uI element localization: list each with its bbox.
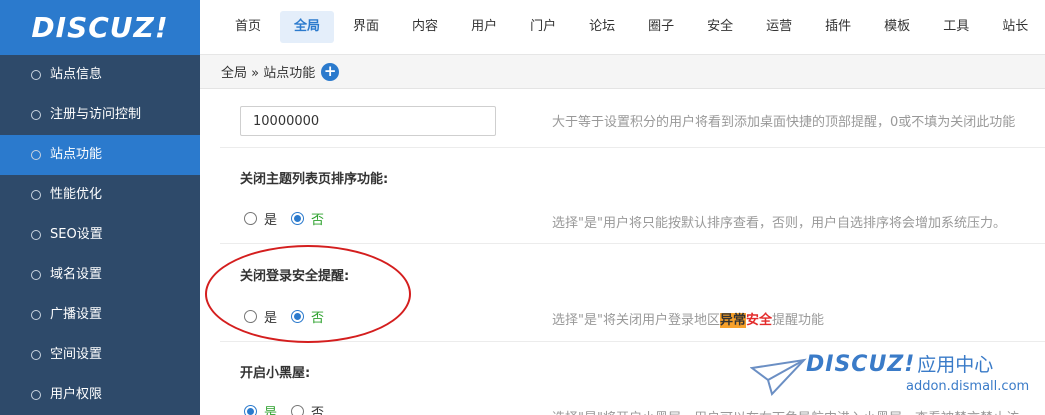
watermark: DISCUZ! 应用中心 addon.dismall.com [750,350,1045,400]
sort-yes-radio[interactable] [244,212,257,225]
watermark-logo: DISCUZ! 应用中心 [806,350,993,377]
sidebar-item-domain[interactable]: 域名设置 [0,255,200,295]
bullet-icon [31,350,41,360]
divider [220,341,1045,342]
login-alert-tip-suffix: 提醒功能 [772,313,825,328]
breadcrumb-path: 全局 » 站点功能 [221,66,316,81]
login-alert-tip-prefix: 选择"是"将关闭用户登录地区 [552,313,720,328]
sidebar-item-space[interactable]: 空间设置 [0,335,200,375]
sidebar-item-label: 性能优化 [50,187,103,202]
sidebar-item-label: 空间设置 [50,347,103,362]
sidebar-item-label: 注册与访问控制 [50,107,142,122]
sort-setting-tip: 选择"是"用户将只能按默认排序查看，否则，用户自选排序将会增加系统压力。 [552,216,1006,231]
discuz-logo[interactable]: DISCUZ! [0,0,200,55]
nav-content[interactable]: 内容 [398,11,452,43]
nav-interface[interactable]: 界面 [339,11,393,43]
plus-circle-icon[interactable]: + [321,62,340,81]
sidebar-item-label: 站点功能 [50,147,103,162]
breadcrumb: 全局 » 站点功能 + [200,55,1045,89]
highlight-security: 安全 [745,313,772,328]
logo-text: DISCUZ! [31,11,169,44]
blackroom-yes-radio[interactable] [244,405,257,415]
watermark-discuz: DISCUZ! [806,352,916,377]
sidebar-item-label: 用户权限 [50,387,103,402]
bullet-icon [31,190,41,200]
points-threshold-tip: 大于等于设置积分的用户将看到添加桌面快捷的顶部提醒，0或不填为关闭此功能 [552,115,1016,130]
nav-users[interactable]: 用户 [457,11,511,43]
sidebar-item-label: SEO设置 [50,227,103,242]
divider [220,243,1045,244]
bullet-icon [31,150,41,160]
sort-setting-label: 关闭主题列表页排序功能: [240,172,389,187]
nav-home[interactable]: 首页 [221,11,275,43]
points-threshold-input[interactable] [240,106,496,136]
sidebar-item-label: 站点信息 [50,67,103,82]
sidebar-item-seo[interactable]: SEO设置 [0,215,200,255]
bullet-icon [31,110,41,120]
blackroom-yes-label: 是 [264,406,278,415]
sidebar-item-label: 广播设置 [50,307,103,322]
blackroom-no-label: 否 [311,406,325,415]
watermark-app-center: 应用中心 [917,354,994,376]
nav-templates[interactable]: 模板 [870,11,924,43]
bullet-icon [31,270,41,280]
nav-webmaster[interactable]: 站长 [988,11,1042,43]
nav-plugins[interactable]: 插件 [811,11,865,43]
blackroom-no-radio[interactable] [291,405,305,415]
sort-no-label: 否 [311,213,325,228]
nav-global[interactable]: 全局 [280,11,335,43]
sidebar-item-broadcast[interactable]: 广播设置 [0,295,200,335]
sidebar-item-permissions[interactable]: 用户权限 [0,375,200,415]
sidebar-item-site-info[interactable]: 站点信息 [0,55,200,95]
bullet-icon [31,70,41,80]
red-annotation-ellipse [205,245,411,343]
nav-forum[interactable]: 论坛 [575,11,629,43]
sidebar-item-performance[interactable]: 性能优化 [0,175,200,215]
sort-no-radio[interactable] [291,212,305,225]
watermark-url: addon.dismall.com [906,379,1030,394]
login-alert-tip: 选择"是"将关闭用户登录地区异常安全提醒功能 [552,309,824,328]
divider [220,147,1045,148]
nav-portal[interactable]: 门户 [516,11,570,43]
bullet-icon [31,390,41,400]
top-nav: 首页 全局 界面 内容 用户 门户 论坛 圈子 安全 运营 插件 模板 工具 站… [200,0,1045,55]
paper-plane-icon [750,358,807,396]
sort-setting-options: 是 否 [244,209,338,228]
bullet-icon [31,230,41,240]
sidebar: 站点信息 注册与访问控制 站点功能 性能优化 SEO设置 域名设置 广播设置 空… [0,55,200,415]
sort-yes-label: 是 [264,213,278,228]
nav-security[interactable]: 安全 [693,11,747,43]
highlight-abnormal: 异常 [719,313,746,328]
nav-tools[interactable]: 工具 [929,11,983,43]
sidebar-item-site-features[interactable]: 站点功能 [0,135,200,175]
sidebar-item-label: 域名设置 [50,267,103,282]
blackroom-label: 开启小黑屋: [240,366,311,381]
blackroom-options: 是 否 [244,402,338,415]
sidebar-item-registration[interactable]: 注册与访问控制 [0,95,200,135]
bullet-icon [31,310,41,320]
nav-operation[interactable]: 运营 [752,11,806,43]
nav-group[interactable]: 圈子 [634,11,688,43]
blackroom-tip: 选择"是"将开启小黑屋，用户可以在右下角导航中进入小黑屋，查看被禁言禁止访 [552,407,1019,415]
admin-console: DISCUZ! 首页 全局 界面 内容 用户 门户 论坛 圈子 安全 运营 插件… [0,0,1045,415]
